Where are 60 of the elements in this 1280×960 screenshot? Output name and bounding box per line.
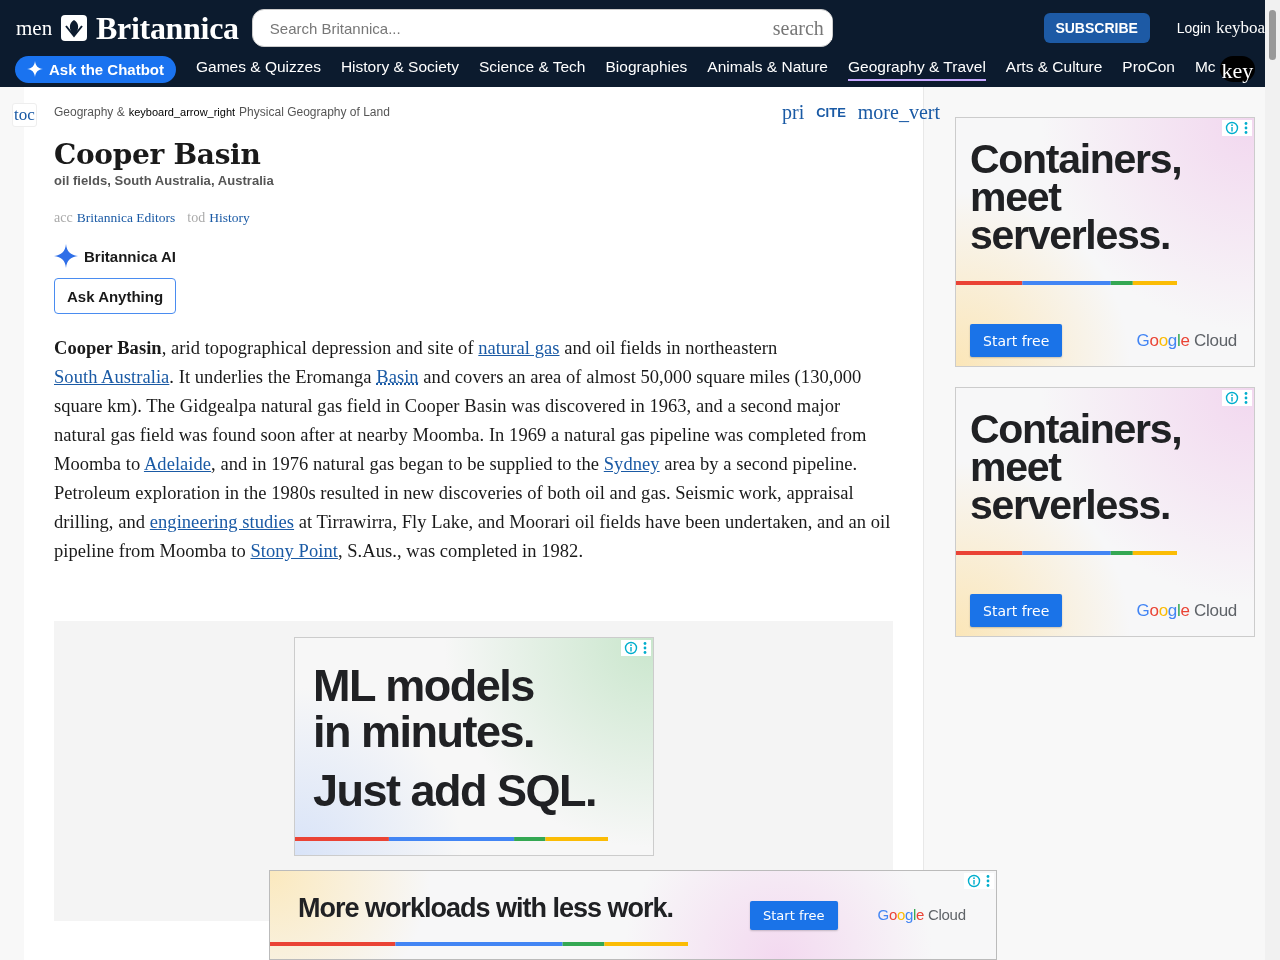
tool-button[interactable]: pri [781, 100, 805, 124]
toc-button[interactable]: toc [12, 103, 37, 127]
ad-headline: More workloads with less work. [297, 893, 675, 924]
ad-headline: meet [970, 178, 1062, 216]
byline-icon-text: acc [54, 210, 73, 226]
ad-banner[interactable]: Containers, meet serverless. Start free Google Cloud [955, 387, 1255, 637]
ad-banner[interactable]: More workloads with less work. Start free Google Cloud [269, 870, 997, 960]
glossary-link[interactable]: Basin [376, 367, 419, 387]
nav-link[interactable]: Games & Quizzes [196, 57, 321, 81]
ad-headline: Containers, [970, 410, 1183, 448]
byline-link[interactable]: History [209, 210, 250, 226]
cta-button[interactable]: Start free [750, 901, 838, 930]
ad-headline: in minutes. [313, 709, 536, 755]
account-button[interactable]: keyboa [1215, 18, 1265, 38]
chatbot-button[interactable]: Ask the Chatbot [15, 55, 176, 83]
brand-logo: Google Cloud [877, 906, 966, 923]
menu-button[interactable]: men [16, 15, 60, 41]
ad-headline: serverless. [970, 486, 1171, 524]
byline-icon-text: tod [187, 210, 206, 226]
breadcrumb-separator: keyboard_arrow_right [128, 106, 236, 118]
nav-more-button[interactable]: key [1219, 56, 1256, 82]
nav-link[interactable]: Animals & Nature [707, 57, 828, 81]
brand-logo: Google Cloud [1136, 600, 1237, 621]
nav-link[interactable]: Mc [1194, 57, 1216, 81]
cta-button[interactable]: Start free [970, 594, 1063, 627]
breadcrumb-link[interactable]: Physical Geography of Land [239, 105, 390, 119]
tool-button[interactable]: more_vert [857, 100, 940, 124]
article-link[interactable]: South Australia [54, 367, 170, 387]
nav-link[interactable]: History & Society [340, 57, 459, 81]
ad-headline: serverless. [970, 216, 1171, 254]
nav-link[interactable]: Science & Tech [478, 57, 586, 81]
site-logo[interactable]: Britannica [96, 9, 239, 47]
login-link[interactable]: Login [1176, 20, 1211, 36]
article-subtitle: oil fields, South Australia, Australia [54, 173, 275, 188]
ai-label: Britannica AI [84, 247, 176, 265]
nav-link[interactable]: Biographies [605, 57, 688, 81]
article-link[interactable]: natural gas [478, 338, 560, 358]
ad-banner[interactable]: ML models in minutes. Just add SQL. [294, 637, 654, 856]
article-link[interactable]: Adelaide [143, 454, 212, 474]
ad-headline: ML models [313, 663, 535, 709]
article-title: Cooper Basin [54, 138, 262, 171]
nav-link[interactable]: ProCon [1122, 57, 1175, 81]
ask-anything-button[interactable]: Ask Anything [54, 278, 177, 314]
ad-headline: Just add SQL. [313, 768, 598, 814]
breadcrumb-link[interactable]: Geography & [54, 105, 125, 119]
nav-link[interactable]: Geography & Travel [847, 57, 986, 81]
ad-headline: Containers, [970, 140, 1183, 178]
subscribe-button[interactable]: SUBSCRIBE [1043, 13, 1150, 43]
cta-button[interactable]: Start free [970, 324, 1063, 357]
cite-button[interactable]: CITE [816, 104, 846, 120]
byline-link[interactable]: Britannica Editors [76, 210, 176, 226]
ad-headline: meet [970, 448, 1062, 486]
ad-banner[interactable]: Containers, meet serverless. Start free Google Cloud [955, 117, 1255, 367]
article-link[interactable]: engineering studies [149, 512, 295, 532]
article-link[interactable]: Sydney [603, 454, 660, 474]
article-paragraph: Cooper Basin, arid topographical depression and site of natural gas and oil fields in northeastern South Australia. It underlies the Eromanga Basin and covers an area of almost 50,000 square miles (130,000 square km). The Gidgealpa natural gas field in Cooper Basin was discovered in 1963, and a second major natural gas field was found soon after at nearby Moomba. In 1969 a natural gas pipeline was completed from Moomba to Adelaide, and in 1976 natural gas began to be supplied to the Sydney area by a second pipeline. Petroleum exploration in the 1980s resulted in new discoveries of both oil and gas. Seismic work, appraisal drilling, and engineering studies at Tirrawirra, Fly Lake, and Moorari oil fields have been undertaken, and an oil pipeline from Moomba to Stony Point, S.Aus., was completed in 1982. [54, 337, 892, 563]
brand-logo: Google Cloud [1136, 330, 1237, 351]
article-link[interactable]: Stony Point [250, 541, 338, 561]
nav-link[interactable]: Arts & Culture [1005, 57, 1103, 81]
search-field[interactable]: Search Britannica... search [251, 9, 833, 47]
